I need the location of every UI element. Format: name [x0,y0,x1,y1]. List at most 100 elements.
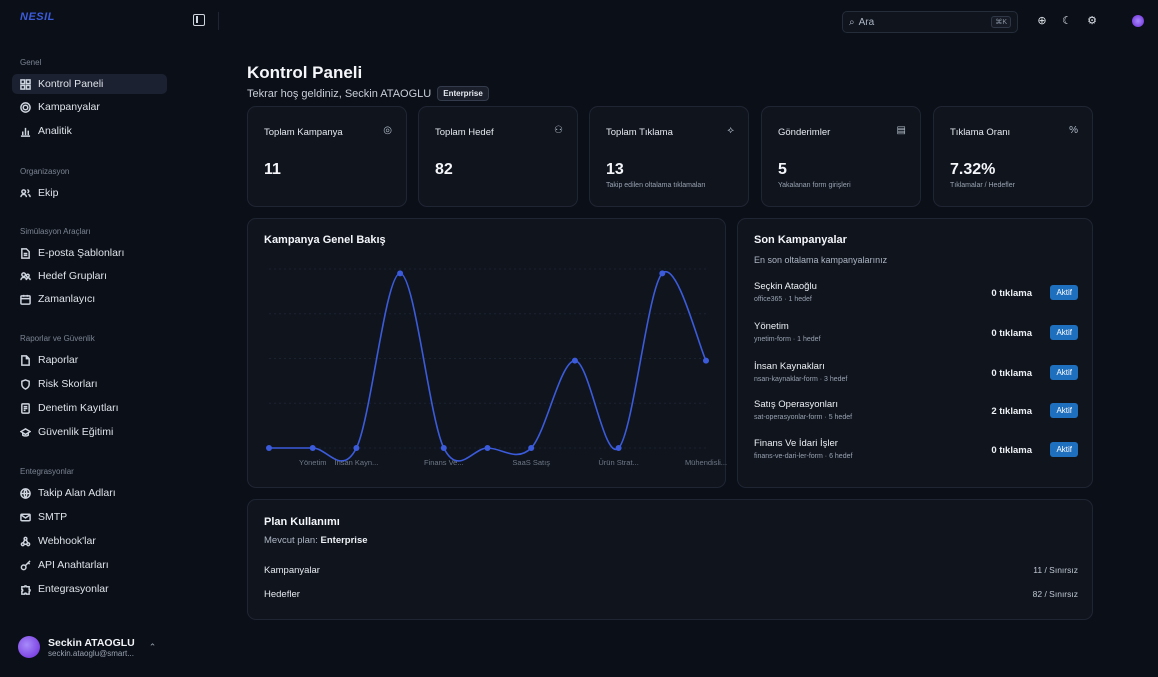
campaign-name: Yönetim [754,321,789,332]
data-point[interactable] [659,270,666,277]
sidebar-item-dashboard[interactable]: Kontrol Paneli [12,74,167,94]
campaign-clicks: 0 tıklama [991,368,1032,379]
data-point[interactable] [615,445,622,451]
top-bar: ⌕ Ara ⌘K ⊕ ☾ ⚙ [176,0,1158,42]
list-item[interactable]: Yönetim ynetim-form · 1 hedef 0 tıklama … [754,321,1078,351]
search-input[interactable]: ⌕ Ara ⌘K [842,11,1018,33]
search-shortcut: ⌘K [991,16,1011,28]
sidebar-item-team[interactable]: Ekip [12,183,167,203]
stat-label: Gönderimler [778,127,831,138]
avatar[interactable] [1132,15,1144,27]
sidebar-item-label: Raporlar [38,354,79,366]
data-point[interactable] [440,445,447,451]
campaign-overview-card: Kampanya Genel Bakış Yönetim İnsan Kayn..… [247,218,727,488]
x-tick-label: Ürün Strat... [598,458,638,467]
data-point[interactable] [703,357,709,364]
data-point[interactable] [266,445,272,451]
list-item[interactable]: Satış Operasyonları sat-operasyonlar-for… [754,399,1078,429]
list-item[interactable]: İnsan Kaynakları nsan-kaynaklar-form · 3… [754,361,1078,391]
sidebar-item-scheduler[interactable]: Zamanlayıcı [12,289,167,309]
sidebar-item-webhooks[interactable]: Webhook'lar [12,531,167,551]
globe-icon[interactable]: ⊕ [1036,15,1048,27]
sidebar-item-label: Zamanlayıcı [38,293,96,305]
gear-icon[interactable]: ⚙ [1086,15,1098,27]
sidebar-item-campaigns[interactable]: Kampanyalar [12,97,167,117]
moon-icon[interactable]: ☾ [1061,15,1073,27]
plan-row-label: Hedefler [264,589,300,600]
campaign-meta: office365 · 1 hedef [754,296,812,303]
webhook-icon [20,536,31,546]
status-badge: Aktif [1050,442,1078,457]
globe-icon [20,487,31,499]
user-email: seckin.ataoglu@smart... [48,648,134,658]
sidebar-item-email-templates[interactable]: E-posta Şablonları [12,243,167,263]
user-menu[interactable]: Seckin ATAOGLU seckin.ataoglu@smart... ⌃ [18,636,168,658]
sidebar-item-label: Takip Alan Adları [38,487,116,499]
campaign-name: Finans Ve İdari İşler [754,438,838,449]
file-icon [21,247,30,259]
plan-row: Hedefler 82 / Sınırsız [264,589,1078,600]
stat-value: 7.32% [950,161,996,178]
sidebar-item-label: Ekip [38,187,59,199]
data-point[interactable] [528,445,535,451]
stat-label: Toplam Kampanya [264,127,343,138]
plan-current: Mevcut plan: Enterprise [264,535,368,546]
stat-value: 11 [264,161,281,178]
campaign-meta: finans-ve-dari-ler-form · 6 hedef [754,453,853,460]
sidebar-item-smtp[interactable]: SMTP [12,507,167,527]
sidebar-item-target-groups[interactable]: Hedef Grupları [12,266,167,286]
sidebar-section-title: Simülasyon Araçları [20,227,91,236]
plan-row-value: 11 / Sınırsız [1033,565,1078,575]
data-point[interactable] [484,445,491,451]
data-point[interactable] [309,445,316,451]
stat-card-click-rate[interactable]: Tıklama Oranı % 7.32% Tıklamalar / Hedef… [933,106,1093,207]
sidebar: NESIL Genel Kontrol Paneli Kampanyalar A… [0,0,176,677]
stat-card-campaigns[interactable]: Toplam Kampanya ◎ 11 [247,106,407,207]
sidebar-item-audit-logs[interactable]: Denetim Kayıtları [12,398,167,418]
campaign-clicks: 2 tıklama [991,406,1032,417]
campaign-clicks: 0 tıklama [991,445,1032,456]
stat-card-targets[interactable]: Toplam Hedef ⚇ 82 [418,106,578,207]
stat-subtitle: Takip edilen oltalama tıklamaları [606,182,706,189]
campaign-meta: ynetim-form · 1 hedef [754,336,821,343]
data-point[interactable] [571,357,578,364]
welcome-line: Tekrar hoş geldiniz, Seckin ATAOGLU Ente… [247,86,489,101]
key-icon [20,559,31,570]
campaign-clicks: 0 tıklama [991,288,1032,299]
x-tick-label: İnsan Kayn... [335,458,379,467]
graduation-icon [20,427,31,437]
stat-label: Tıklama Oranı [950,127,1011,138]
sidebar-item-integrations[interactable]: Entegrasyonlar [12,579,167,599]
sidebar-item-analytics[interactable]: Analitik [12,121,167,141]
sidebar-toggle-icon[interactable] [193,14,205,26]
stat-card-submissions[interactable]: Gönderimler ▤ 5 Yakalanan form girişleri [761,106,921,207]
sidebar-item-security-training[interactable]: Güvenlik Eğitimi [12,422,167,442]
stat-subtitle: Tıklamalar / Hedefler [950,182,1015,189]
brand-logo[interactable]: NESIL [20,11,55,23]
list-item[interactable]: Seçkin Ataoğlu office365 · 1 hedef 0 tık… [754,281,1078,311]
x-tick-label: SaaS Satış [512,458,550,467]
sidebar-item-reports[interactable]: Raporlar [12,350,167,370]
plan-current-value: Enterprise [320,535,368,546]
sidebar-item-api-keys[interactable]: API Anahtarları [12,555,167,575]
stat-value: 82 [435,161,453,178]
mail-icon [20,513,31,521]
sidebar-item-label: Denetim Kayıtları [38,402,119,414]
sidebar-section-title: Genel [20,58,42,67]
list-item[interactable]: Finans Ve İdari İşler finans-ve-dari-ler… [754,438,1078,468]
sidebar-item-label: Entegrasyonlar [38,583,109,595]
data-point[interactable] [397,270,404,277]
puzzle-icon [21,584,31,595]
x-tick-label: Yönetim [299,458,327,467]
sidebar-item-risk-scores[interactable]: Risk Skorları [12,374,167,394]
sidebar-item-label: Kampanyalar [38,101,100,113]
sidebar-item-tracking-domains[interactable]: Takip Alan Adları [12,483,167,503]
campaign-clicks: 0 tıklama [991,328,1032,339]
sidebar-item-label: SMTP [38,511,68,523]
search-placeholder: Ara [858,16,875,28]
campaign-meta: sat-operasyonlar-form · 5 hedef [754,414,853,421]
divider [218,12,219,30]
stat-card-clicks[interactable]: Toplam Tıklama ⟡ 13 Takip edilen oltalam… [589,106,749,207]
sidebar-item-label: Güvenlik Eğitimi [38,426,114,438]
data-point[interactable] [353,445,360,451]
